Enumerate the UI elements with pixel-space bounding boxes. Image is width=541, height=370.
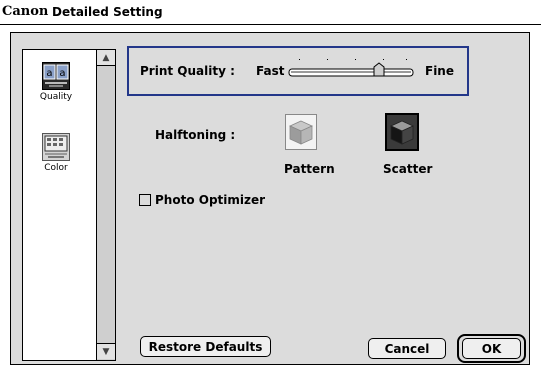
- slider-thumb[interactable]: [373, 62, 385, 77]
- arrow-down-icon: ▼: [102, 346, 110, 357]
- pattern-option-label: Pattern: [284, 162, 335, 176]
- canon-brand-logo: Canon: [2, 4, 49, 19]
- pattern-option-button[interactable]: [285, 114, 317, 150]
- quality-icon: a a: [42, 62, 70, 90]
- photo-optimizer-checkbox[interactable]: [139, 194, 151, 206]
- halftoning-label: Halftoning :: [155, 128, 236, 142]
- scatter-option-button[interactable]: [385, 113, 419, 151]
- cancel-button[interactable]: Cancel: [368, 338, 446, 359]
- sidebar-item-label: Quality: [39, 92, 73, 102]
- sidebar-item-label: Color: [44, 163, 68, 173]
- pattern-cube-icon: [285, 114, 317, 150]
- print-quality-label: Print Quality :: [140, 64, 235, 78]
- svg-text:a: a: [59, 68, 65, 79]
- sidebar-item-quality[interactable]: a a Quality: [34, 62, 78, 102]
- ok-button[interactable]: OK: [462, 338, 521, 359]
- scatter-cube-icon: [385, 113, 419, 151]
- print-quality-slider[interactable]: [287, 57, 419, 83]
- photo-optimizer-label: Photo Optimizer: [155, 193, 266, 207]
- sidebar-item-color[interactable]: Color: [34, 133, 78, 173]
- scroll-up-button[interactable]: ▲: [97, 50, 115, 66]
- svg-text:a: a: [46, 68, 52, 79]
- dialog-title: Detailed Setting: [52, 5, 163, 19]
- scroll-down-button[interactable]: ▼: [97, 343, 115, 359]
- sidebar-scrollbar[interactable]: [96, 50, 115, 360]
- restore-defaults-button[interactable]: Restore Defaults: [140, 336, 271, 357]
- ok-button-default-ring: OK: [457, 334, 526, 363]
- quality-min-label: Fast: [256, 64, 285, 78]
- arrow-up-icon: ▲: [102, 52, 110, 63]
- quality-max-label: Fine: [425, 64, 454, 78]
- color-icon: [42, 133, 70, 161]
- title-divider: [0, 24, 541, 25]
- scatter-option-label: Scatter: [383, 162, 433, 176]
